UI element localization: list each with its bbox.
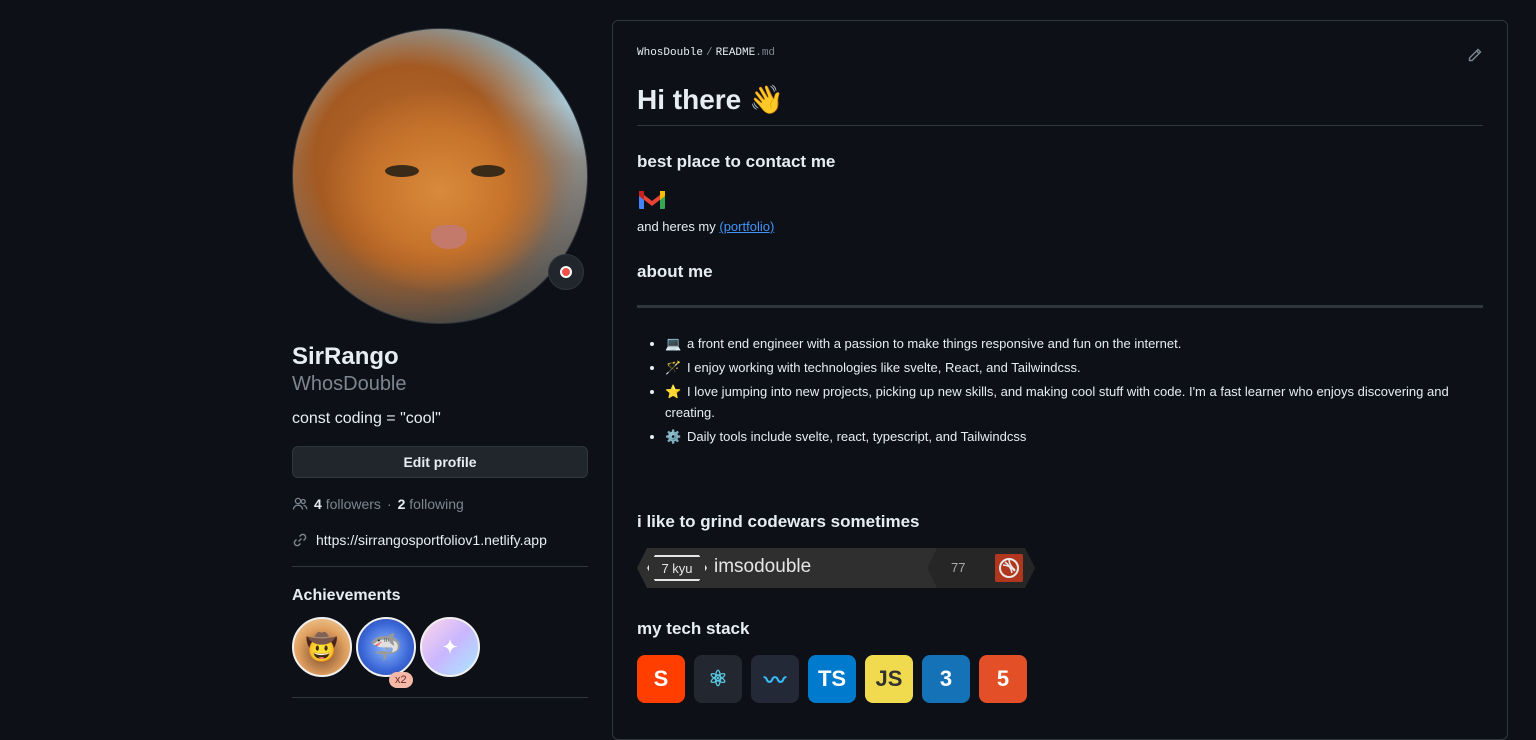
codewars-username: imsodouble [714,556,812,577]
divider [292,697,588,698]
divider [292,566,588,567]
tech-stack-list: S ⚛ 〰 TS JS 3 5 [637,655,1027,703]
divider [637,305,1483,308]
gear-icon: ⚙️ [665,429,682,444]
portfolio-link[interactable]: (portfolio) [719,219,774,234]
javascript-icon[interactable]: JS [865,655,913,703]
profile-sidebar: SirRango WhosDouble const coding = "cool… [292,28,588,698]
follow-stats: 4 followers · 2 following [292,496,588,512]
breadcrumb-file: README [715,47,756,59]
website-link[interactable]: https://sirrangosportfoliov1.netlify.app [316,532,547,548]
tech-stack-heading: my tech stack [637,619,750,638]
codewars-rank: 7 kyu [649,557,705,579]
achievement-yolo-badge[interactable]: ✦ [420,617,480,677]
svelte-icon[interactable]: S [637,655,685,703]
profile-bio: const coding = "cool" [292,410,441,427]
profile-name: SirRango [292,343,399,370]
breadcrumb-file-ext: .md [755,47,776,59]
achievement-cowboy-badge[interactable]: 🤠 [292,617,352,677]
waving-hand-icon: 👋 [749,84,784,115]
laptop-icon: 💻 [665,336,682,351]
target-icon [560,266,572,278]
list-item: 🪄I enjoy working with technologies like … [665,357,1483,378]
readme-breadcrumb: WhosDouble / README.md [637,47,775,59]
list-item: ⚙️Daily tools include svelte, react, typ… [665,426,1483,447]
react-icon[interactable]: ⚛ [694,655,742,703]
list-item: 💻a front end engineer with a passion to … [665,333,1483,354]
codewars-heading: i like to grind codewars sometimes [637,512,920,531]
edit-profile-button[interactable]: Edit profile [292,446,588,478]
avatar-cat-nose [431,225,467,249]
readme-card: WhosDouble / README.md Hi there 👋 best pla… [612,20,1508,740]
gmail-icon[interactable] [637,187,667,211]
follow-separator: · [386,496,392,512]
achievement-shark-badge[interactable]: 🦈 [356,617,416,677]
website-row: https://sirrangosportfoliov1.netlify.app [292,532,588,548]
star-icon: ⭐ [665,384,682,399]
html5-icon[interactable]: 5 [979,655,1027,703]
people-icon [292,497,308,510]
contact-heading: best place to contact me [637,152,836,171]
magic-wand-icon: 🪄 [665,360,682,375]
achievements-title[interactable]: Achievements [292,587,588,605]
avatar-cat-eye [471,165,505,177]
typescript-icon[interactable]: TS [808,655,856,703]
divider [637,125,1483,126]
about-heading: about me [637,262,713,281]
avatar[interactable] [292,28,588,324]
codewars-badge[interactable]: 7 kyu imsodouble 77 [637,548,1037,588]
achievement-multiplier-badge: x2 [389,672,413,688]
profile-login: WhosDouble [292,373,407,395]
readme-heading: Hi there 👋 [637,84,784,115]
css3-icon[interactable]: 3 [922,655,970,703]
link-icon [293,533,307,547]
portfolio-line: and heres my (portfolio) [637,219,775,234]
codewars-score: 77 [951,560,966,575]
codewars-logo-icon [995,554,1023,582]
about-list: 💻a front end engineer with a passion to … [637,333,1483,450]
set-status-button[interactable] [548,254,584,290]
followers-link[interactable]: 4 followers [314,496,381,512]
achievements-list: 🤠 🦈 ✦ [292,617,588,677]
breadcrumb-separator: / [706,47,713,59]
pencil-icon[interactable] [1467,47,1483,63]
tailwind-icon[interactable]: 〰 [751,655,799,703]
list-item: ⭐I love jumping into new projects, picki… [665,381,1483,423]
following-link[interactable]: 2 following [398,496,464,512]
avatar-cat-eye [385,165,419,177]
breadcrumb-owner[interactable]: WhosDouble [637,47,703,59]
